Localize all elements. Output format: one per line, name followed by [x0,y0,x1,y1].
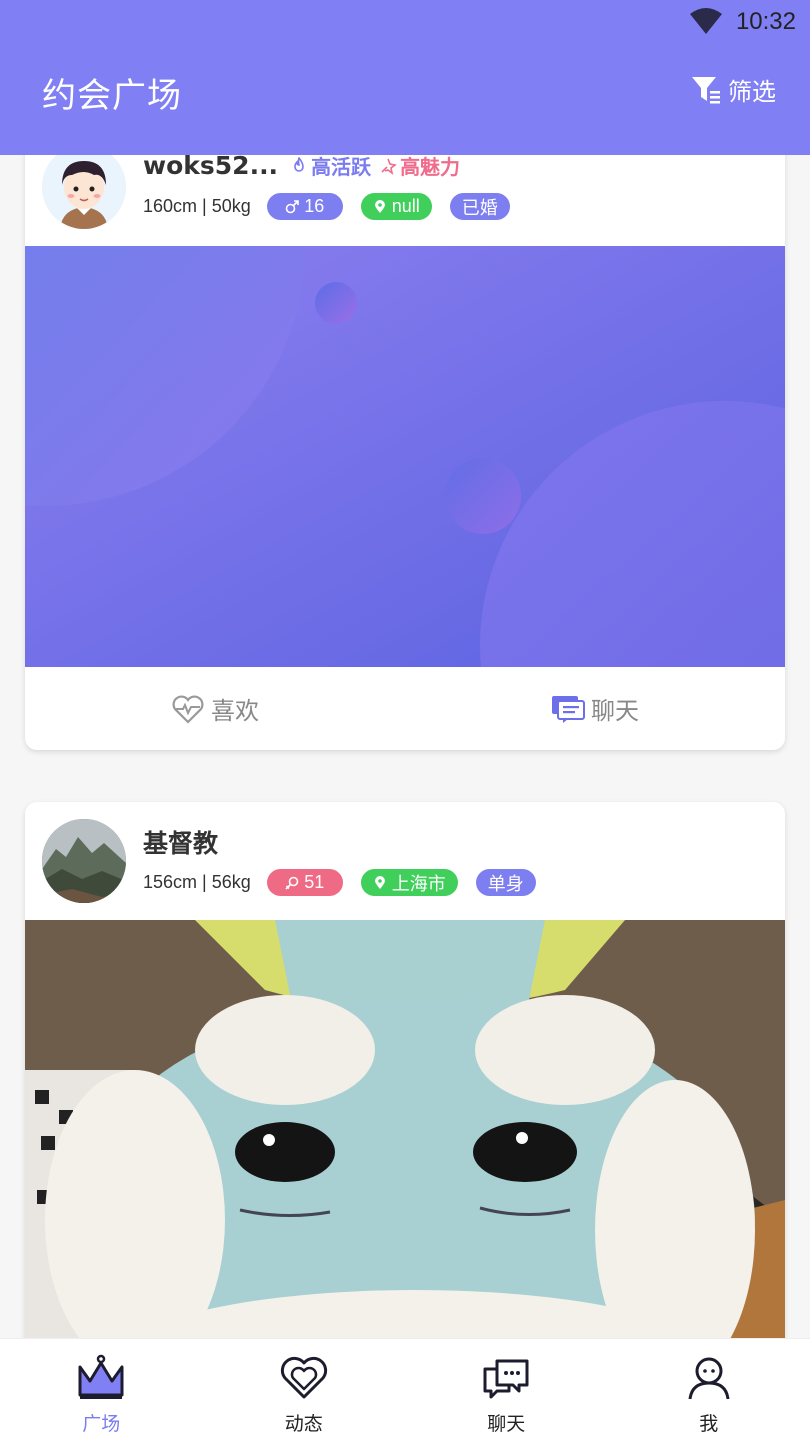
mountain-photo-avatar [42,819,126,903]
gender-age-badge: 51 [266,869,343,896]
user-name: woks52... [143,155,279,180]
wifi-icon [690,8,722,34]
marital-status-badge: 单身 [475,869,536,896]
nav-tab-moments[interactable]: 动态 [203,1339,406,1440]
marital-status-badge: 已婚 [449,193,510,220]
chat-label: 聊天 [591,697,639,725]
chat-button[interactable]: 聊天 [405,667,785,750]
high-charm-tag: 高魅力 [379,155,460,180]
filter-label: 筛选 [728,78,776,106]
chat-bubble-icon [483,1359,529,1399]
profile-photo[interactable] [25,920,785,1338]
nav-tab-me[interactable]: 我 [608,1339,810,1440]
chat-icon [552,695,585,723]
nav-label: 我 [699,1413,719,1435]
user-name: 基督教 [143,829,219,858]
avatar[interactable] [42,819,126,903]
name-row: woks52... 高活跃 高魅力 [143,155,460,180]
filter-button[interactable]: 筛选 [690,72,776,107]
status-bar: 10:32 [0,0,810,44]
name-row: 基督教 [143,824,218,860]
nav-tab-square[interactable]: 广场 [0,1339,203,1440]
location-pin-icon [374,199,385,213]
nav-label: 动态 [284,1413,323,1435]
heart-icon [280,1356,327,1399]
city-badge: 上海市 [360,869,458,896]
nav-tab-chat[interactable]: 聊天 [405,1339,608,1440]
info-row: 156cm | 56kg 51 上海市 单身 [143,869,554,896]
bottom-nav: 广场 动态 聊天 我 [0,1338,810,1440]
feed[interactable]: woks52... 高活跃 高魅力 160cm | 50kg 16 null 已… [0,155,810,1338]
app-bar: 约会广场 筛选 [0,44,810,155]
gender-age-badge: 16 [266,193,343,220]
person-icon [688,1357,730,1400]
charm-star-icon [381,158,397,175]
action-bar: 喜欢 聊天 [25,667,785,750]
location-pin-icon [374,875,385,889]
height-weight: 156cm | 56kg [143,872,251,892]
male-icon [285,199,300,213]
cartoon-boy-avatar [42,155,126,229]
flame-icon [294,156,304,172]
info-row: 160cm | 50kg 16 null 已婚 [143,193,528,220]
high-activity-tag: 高活跃 [290,155,371,180]
nav-label: 广场 [82,1413,121,1435]
filter-icon [692,76,720,103]
nav-label: 聊天 [487,1413,526,1435]
profile-card[interactable]: woks52... 高活跃 高魅力 160cm | 50kg 16 null 已… [25,155,785,750]
crown-icon [78,1354,124,1399]
female-icon [285,876,299,890]
profile-card[interactable]: 基督教 156cm | 56kg 51 上海市 单身 [25,802,785,1338]
page-title: 约会广场 [42,76,182,116]
city-badge: null [360,193,432,220]
like-button[interactable]: 喜欢 [25,667,405,750]
avatar[interactable] [42,155,126,229]
status-time: 10:32 [735,8,796,35]
heart-pulse-icon [172,695,204,724]
profile-photo[interactable] [25,246,785,667]
height-weight: 160cm | 50kg [143,196,251,216]
like-label: 喜欢 [211,697,259,725]
